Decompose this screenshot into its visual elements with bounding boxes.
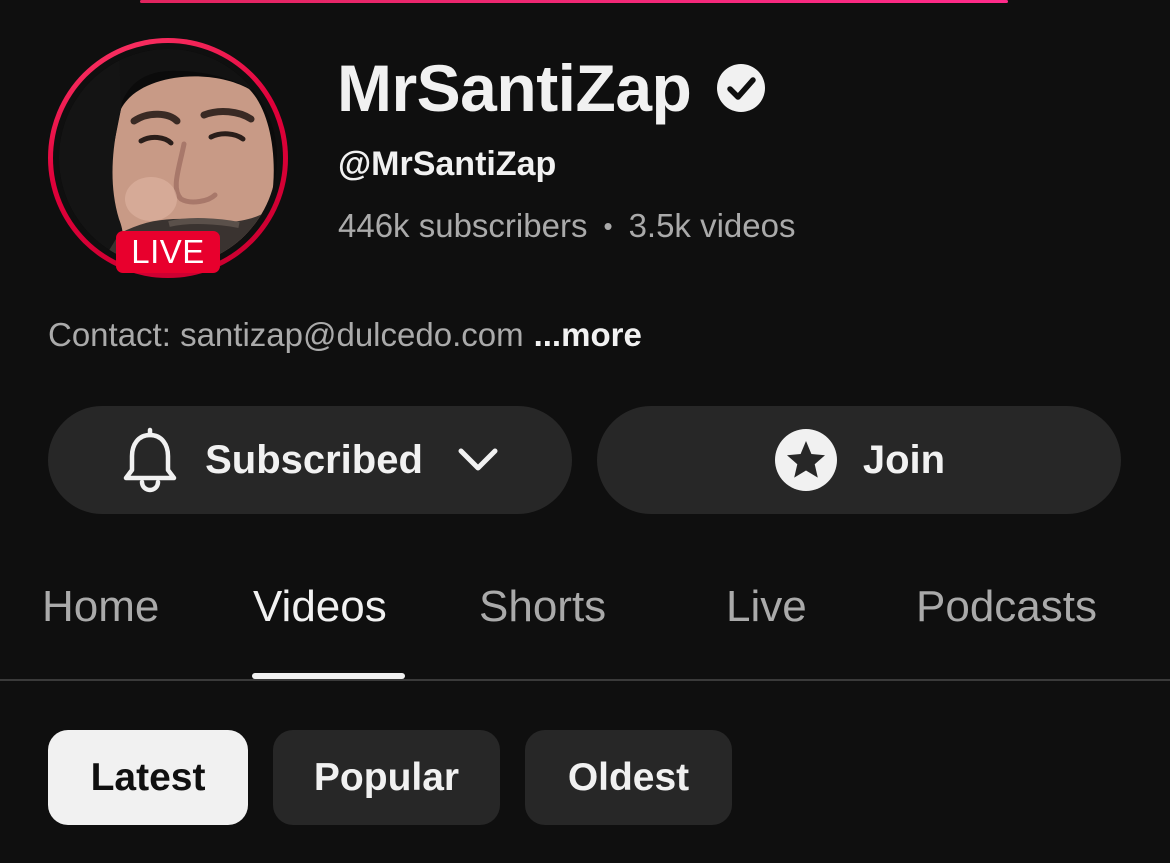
join-label: Join: [862, 437, 946, 482]
verified-check-icon: [715, 62, 767, 114]
live-progress-strip: [140, 0, 1008, 3]
tab-live[interactable]: Live: [726, 582, 807, 632]
channel-tabs: Home Videos Shorts Live Podcasts: [0, 560, 1170, 680]
subscribed-button[interactable]: Subscribed: [48, 406, 572, 514]
join-button[interactable]: Join: [597, 406, 1121, 514]
channel-stats: 446k subscribers • 3.5k videos: [338, 207, 796, 245]
video-count: 3.5k videos: [628, 207, 796, 244]
channel-handle: @MrSantiZap: [338, 145, 557, 183]
chip-oldest[interactable]: Oldest: [525, 730, 732, 825]
tab-home[interactable]: Home: [42, 582, 159, 632]
bell-icon: [121, 427, 179, 493]
channel-title-row: MrSantiZap: [337, 50, 767, 126]
stats-separator: •: [603, 210, 613, 241]
tab-shorts[interactable]: Shorts: [479, 582, 606, 632]
channel-name: MrSantiZap: [337, 51, 692, 125]
tab-podcasts[interactable]: Podcasts: [916, 582, 1097, 632]
subscriber-count: 446k subscribers: [338, 207, 588, 244]
channel-description[interactable]: Contact: santizap@dulcedo.com ...more: [48, 316, 642, 354]
star-icon: [773, 427, 839, 493]
description-text: Contact: santizap@dulcedo.com: [48, 316, 524, 353]
more-link[interactable]: ...more: [534, 316, 642, 353]
chevron-down-icon: [457, 447, 499, 473]
tabs-divider: [0, 679, 1170, 681]
chip-popular[interactable]: Popular: [273, 730, 500, 825]
channel-avatar[interactable]: LIVE: [48, 38, 288, 278]
live-badge: LIVE: [116, 231, 220, 273]
chip-latest[interactable]: Latest: [48, 730, 248, 825]
subscribed-label: Subscribed: [205, 437, 423, 482]
tab-videos[interactable]: Videos: [253, 582, 387, 632]
